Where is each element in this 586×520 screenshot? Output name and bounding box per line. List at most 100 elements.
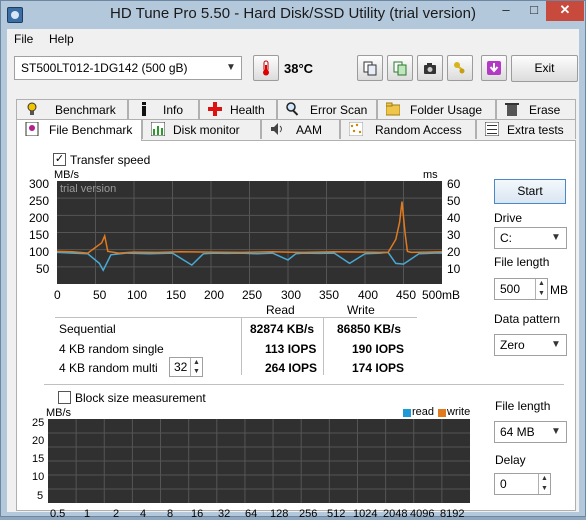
tab-extra-tests[interactable]: Extra tests — [476, 119, 576, 139]
block-size-checkbox[interactable] — [58, 391, 71, 404]
download-button[interactable] — [481, 55, 507, 81]
legend-write-label: write — [447, 406, 471, 418]
block-y-tick: 10 — [32, 471, 45, 483]
drive-label: Drive — [494, 211, 523, 225]
x-tick: 50 — [93, 288, 107, 302]
x-tick: 150 — [166, 288, 187, 302]
tab-row-top: Benchmark Info Health Error Scan Folder … — [16, 99, 576, 119]
4kb-multi-write-value: 174 IOPS — [352, 361, 405, 375]
menu-file[interactable]: File — [14, 32, 33, 46]
data-pattern-combo[interactable]: Zero ▼ — [494, 334, 567, 356]
random-dots-icon — [349, 122, 363, 136]
checklist-icon — [485, 122, 499, 136]
trash-icon — [505, 103, 519, 116]
block-mbs-unit: MB/s — [46, 407, 72, 419]
info-icon — [142, 102, 146, 116]
spin-arrows-icon[interactable]: ▲ ▼ — [190, 358, 202, 376]
block-file-length-label: File length — [495, 399, 551, 413]
block-x-tick: 2 — [113, 508, 120, 520]
minimize-button[interactable]: – — [492, 1, 520, 21]
tab-aam[interactable]: AAM — [261, 119, 340, 139]
delay-spinner[interactable]: 0 ▲ ▼ — [494, 473, 551, 495]
tab-disk-monitor[interactable]: Disk monitor — [142, 119, 261, 139]
y-tick-left: 250 — [29, 194, 50, 208]
chevron-down-icon: ▼ — [226, 62, 236, 73]
y-tick-right: 30 — [447, 228, 461, 242]
x-tick: 250 — [242, 288, 263, 302]
tab-folder-usage[interactable]: Folder Usage — [377, 99, 496, 119]
delay-value: 0 — [500, 477, 507, 491]
thermometer-icon — [263, 60, 269, 76]
y-tick-right: 40 — [447, 211, 461, 225]
download-icon — [487, 61, 501, 75]
maximize-button[interactable]: □ — [520, 1, 548, 21]
block-chart-svg — [48, 419, 470, 503]
copy-all-button[interactable] — [387, 55, 413, 81]
copy-button[interactable] — [357, 55, 383, 81]
toolbar: ST500LT012-1DG142 (500 gB) ▼ 38°C Exit — [7, 53, 579, 89]
results-col-divider — [241, 317, 242, 375]
y-tick-left: 200 — [29, 211, 50, 225]
row-label-4kb-single: 4 KB random single — [59, 342, 164, 356]
tab-random-access[interactable]: Random Access — [340, 119, 476, 139]
transfer-speed-checkbox[interactable]: ✓ — [53, 153, 66, 166]
trial-watermark: trial version — [60, 183, 117, 195]
exit-button[interactable]: Exit — [511, 55, 578, 82]
data-pattern-label: Data pattern — [494, 312, 561, 326]
tab-erase[interactable]: Erase — [496, 99, 576, 119]
block-file-length-value: 64 MB — [500, 425, 535, 439]
copy-icon — [363, 61, 377, 76]
file-benchmark-panel: ✓ Transfer speed MB/s ms 300 250 200 150… — [16, 140, 576, 520]
queue-depth-value: 32 — [174, 360, 188, 374]
file-length-spinner[interactable]: 500 ▲ ▼ — [494, 278, 548, 300]
keys-icon — [454, 62, 465, 74]
options-button[interactable] — [447, 55, 473, 81]
menu-help[interactable]: Help — [49, 32, 74, 46]
block-x-tick: 1024 — [353, 508, 378, 520]
block-x-tick: 256 — [299, 508, 318, 520]
block-y-tick: 25 — [32, 417, 45, 429]
legend-write-swatch — [438, 409, 446, 417]
col-write-header: Write — [347, 303, 375, 317]
spin-arrows-icon[interactable]: ▲ ▼ — [535, 279, 547, 299]
queue-depth-spinner[interactable]: 32 ▲ ▼ — [169, 357, 203, 377]
start-button[interactable]: Start — [494, 179, 566, 204]
block-size-label: Block size measurement — [75, 391, 206, 405]
sequential-read-value: 82874 KB/s — [250, 322, 315, 336]
speaker-icon — [271, 123, 282, 135]
x-tick: 0 — [54, 288, 61, 302]
temperature-button[interactable] — [253, 55, 279, 81]
file-benchmark-icon — [25, 122, 39, 136]
tab-benchmark[interactable]: Benchmark — [16, 99, 128, 119]
tab-health[interactable]: Health — [199, 99, 277, 119]
sequential-write-value: 86850 KB/s — [337, 322, 402, 336]
x-tick: 500mB — [422, 288, 461, 302]
drive-select[interactable]: ST500LT012-1DG142 (500 gB) ▼ — [14, 56, 242, 80]
tab-error-scan[interactable]: Error Scan — [277, 99, 377, 119]
block-x-tick: 16 — [191, 508, 204, 520]
tab-info[interactable]: Info — [128, 99, 199, 119]
block-file-length-combo[interactable]: 64 MB ▼ — [494, 421, 567, 443]
screenshot-button[interactable] — [417, 55, 443, 81]
x-tick: 450 — [396, 288, 417, 302]
drive-combo[interactable]: C: ▼ — [494, 227, 567, 249]
block-y-tick: 15 — [32, 453, 45, 465]
legend-read-swatch — [403, 409, 411, 417]
close-button[interactable]: ✕ — [546, 1, 584, 21]
block-x-tick: 0.5 — [50, 508, 66, 520]
folder-icon — [386, 102, 400, 116]
drive-select-value: ST500LT012-1DG142 (500 gB) — [21, 61, 188, 75]
tab-file-benchmark[interactable]: File Benchmark — [16, 119, 142, 141]
transfer-chart-svg — [57, 181, 442, 284]
app-window: HD Tune Pro 5.50 - Hard Disk/SSD Utility… — [0, 0, 586, 520]
transfer-speed-chart: trial version — [57, 181, 442, 284]
file-length-unit: MB — [550, 283, 568, 297]
y-tick-left: 100 — [29, 245, 50, 259]
y-tick-right: 10 — [447, 262, 461, 276]
results-divider — [55, 317, 417, 318]
x-tick: 350 — [319, 288, 340, 302]
spin-arrows-icon[interactable]: ▲ ▼ — [538, 474, 550, 494]
y-tick-right: 20 — [447, 245, 461, 259]
block-y-tick: 20 — [32, 435, 45, 447]
title-bar[interactable]: HD Tune Pro 5.50 - Hard Disk/SSD Utility… — [1, 1, 585, 29]
